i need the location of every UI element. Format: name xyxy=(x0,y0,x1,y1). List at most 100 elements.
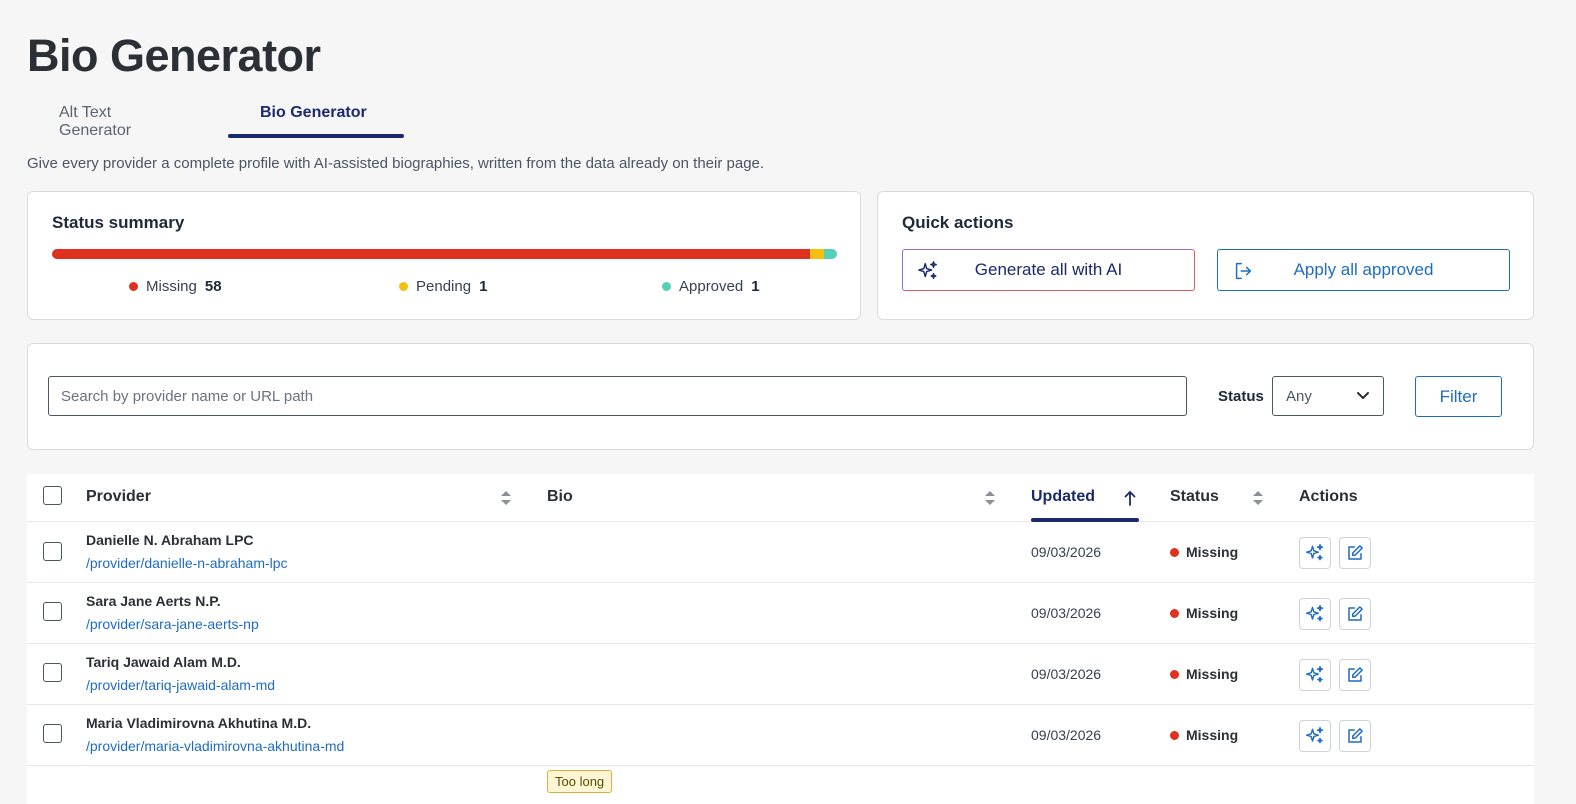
provider-url-link[interactable]: /provider/danielle-n-abraham-lpc xyxy=(86,555,288,571)
row-checkbox[interactable] xyxy=(43,542,62,561)
row-checkbox[interactable] xyxy=(43,724,62,743)
provider-url-link[interactable]: /provider/maria-vladimirovna-akhutina-md xyxy=(86,738,344,754)
edit-bio-button[interactable] xyxy=(1339,537,1371,569)
provider-name: Danielle N. Abraham LPC xyxy=(86,532,254,548)
quick-actions-card: Quick actions Generate all with AI Apply… xyxy=(877,191,1534,320)
status-badge: Missing xyxy=(1170,666,1238,682)
missing-dot-icon xyxy=(1170,669,1179,679)
updated-date: 09/03/2026 xyxy=(1031,666,1102,682)
page-description: Give every provider a complete profile w… xyxy=(27,155,765,172)
provider-url-link[interactable]: /provider/sara-jane-aerts-np xyxy=(86,616,259,632)
status-badge: Missing xyxy=(1170,605,1238,621)
provider-name: Tariq Jawaid Alam M.D. xyxy=(86,654,241,670)
missing-dot-icon xyxy=(129,282,138,291)
legend-missing: Missing 58 xyxy=(129,278,222,295)
too-long-badge: Too long xyxy=(547,770,613,793)
table-row: Maria Vladimirovna Akhutina M.D. /provid… xyxy=(27,705,1534,766)
status-badge: Missing xyxy=(1170,727,1238,743)
status-progress-bar xyxy=(52,249,837,259)
table-row: Danielle N. Abraham LPC /provider/daniel… xyxy=(27,522,1534,583)
approved-dot-icon xyxy=(662,282,671,291)
sort-icon[interactable] xyxy=(1253,491,1263,505)
pending-segment xyxy=(810,249,824,259)
edit-icon xyxy=(1348,606,1363,621)
sort-icon[interactable] xyxy=(985,491,995,505)
updated-date: 09/03/2026 xyxy=(1031,605,1102,621)
tab-bio-generator[interactable]: Bio Generator xyxy=(228,96,404,138)
updated-date: 09/03/2026 xyxy=(1031,727,1102,743)
status-text: Missing xyxy=(1186,666,1239,682)
provider-name: Sara Jane Aerts N.P. xyxy=(86,593,221,609)
apply-all-label: Apply all approved xyxy=(1293,260,1434,279)
provider-name: Maria Vladimirovna Akhutina M.D. xyxy=(86,715,312,731)
edit-icon xyxy=(1348,667,1363,682)
tab-alt-text-generator[interactable]: Alt Text Generator xyxy=(27,96,217,139)
status-summary-title: Status summary xyxy=(52,213,185,232)
row-checkbox[interactable] xyxy=(43,663,62,682)
table-header: Provider Bio Updated Status Actions xyxy=(27,474,1534,522)
sparkles-icon xyxy=(1305,726,1324,744)
updated-date: 09/03/2026 xyxy=(1031,544,1102,560)
edit-bio-button[interactable] xyxy=(1339,720,1371,752)
status-summary-card: Status summary Missing 58 Pending 1 Appr… xyxy=(27,191,861,320)
column-header-actions: Actions xyxy=(1299,488,1358,505)
generate-bio-button[interactable] xyxy=(1299,659,1331,691)
sparkles-icon xyxy=(1305,604,1324,622)
sort-icon[interactable] xyxy=(501,491,511,505)
search-input[interactable] xyxy=(48,376,1187,416)
legend-missing-label: Missing xyxy=(146,278,197,295)
generate-bio-button[interactable] xyxy=(1299,537,1331,569)
sparkles-icon xyxy=(1305,665,1324,683)
edit-bio-button[interactable] xyxy=(1339,598,1371,630)
edit-bio-button[interactable] xyxy=(1339,659,1371,691)
status-select[interactable]: Any xyxy=(1272,376,1384,416)
missing-dot-icon xyxy=(1170,730,1179,740)
page-title: Bio Generator xyxy=(27,30,321,81)
legend-approved-count: 1 xyxy=(751,278,760,295)
legend-pending-count: 1 xyxy=(479,278,488,295)
edit-icon xyxy=(1348,545,1363,560)
column-header-status[interactable]: Status xyxy=(1170,488,1219,506)
quick-actions-title: Quick actions xyxy=(902,213,1014,232)
sign-out-icon xyxy=(1232,260,1254,282)
table-row: Too long xyxy=(27,766,1534,804)
status-badge: Missing xyxy=(1170,544,1238,560)
status-text: Missing xyxy=(1186,605,1239,621)
chevron-down-icon xyxy=(1356,388,1370,405)
edit-icon xyxy=(1348,728,1363,743)
legend-missing-count: 58 xyxy=(204,278,222,295)
generate-all-label: Generate all with AI xyxy=(974,260,1123,279)
generate-bio-button[interactable] xyxy=(1299,598,1331,630)
table-row: Sara Jane Aerts N.P. /provider/sara-jane… xyxy=(27,583,1534,644)
status-select-value: Any xyxy=(1286,387,1312,405)
legend-approved: Approved 1 xyxy=(662,278,760,295)
column-header-bio[interactable]: Bio xyxy=(547,488,573,506)
table-row: Tariq Jawaid Alam M.D. /provider/tariq-j… xyxy=(27,644,1534,705)
generate-all-button[interactable]: Generate all with AI xyxy=(902,249,1195,291)
missing-segment xyxy=(52,249,811,259)
missing-dot-icon xyxy=(1170,608,1179,618)
approved-segment xyxy=(823,249,837,259)
select-all-checkbox[interactable] xyxy=(43,486,62,505)
provider-url-link[interactable]: /provider/tariq-jawaid-alam-md xyxy=(86,677,275,693)
status-text: Missing xyxy=(1186,727,1239,743)
column-header-provider[interactable]: Provider xyxy=(86,488,151,506)
legend-pending: Pending 1 xyxy=(399,278,487,295)
pending-dot-icon xyxy=(399,282,408,291)
column-header-updated[interactable]: Updated xyxy=(1031,488,1095,506)
legend-pending-label: Pending xyxy=(416,278,472,295)
missing-dot-icon xyxy=(1170,547,1179,557)
row-checkbox[interactable] xyxy=(43,602,62,621)
apply-all-approved-button[interactable]: Apply all approved xyxy=(1217,249,1510,291)
filter-card: Status Any Filter xyxy=(27,343,1534,450)
status-filter-label: Status xyxy=(1218,388,1264,405)
arrow-up-icon[interactable] xyxy=(1124,490,1136,506)
status-text: Missing xyxy=(1186,544,1239,560)
tab-bar: Alt Text Generator Bio Generator xyxy=(27,96,404,139)
sparkles-icon xyxy=(1305,543,1324,561)
generate-bio-button[interactable] xyxy=(1299,720,1331,752)
sparkles-icon xyxy=(917,260,939,282)
legend-approved-label: Approved xyxy=(679,278,744,295)
providers-table: Provider Bio Updated Status Actions Dani… xyxy=(27,474,1534,804)
filter-button[interactable]: Filter xyxy=(1415,376,1502,417)
